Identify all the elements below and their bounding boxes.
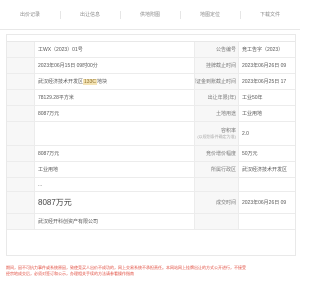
table-row: 8087万元 成交时间 2023年06月26日 09 [7,192,295,214]
listing-start-value: 2023年06月15日 09时00分 [35,58,195,73]
table-row: 工业用地 所属行政区 武汉经济技术开发区 [7,162,295,178]
disclaimer-notice: 期间，因不可抗力事件或系统原因，致使竞买人出价不成功的，网上交易系统不承担责任。… [6,265,296,277]
listing-deadline-label: 挂牌截止时间 [195,58,239,73]
plot-ratio-note: (以规划条件确定为准) [197,134,236,139]
table-row: 78129.28平方米 出让年限(年) 工业50年 [7,90,295,106]
table-row: 武汉经开科创资产有限公司 [7,214,295,230]
tab-transfer-info[interactable]: 出让信息 [60,0,120,30]
announcement-number-label: 公告编号 [195,42,239,57]
operation-guide-link[interactable]: 操作指南 [118,271,134,276]
land-use-value: 工业用地 [242,111,263,117]
tab-land-maps[interactable]: 供地附图 [120,0,180,30]
land-use-label: 土地用途 [195,106,239,121]
listing-deadline-value: 2023年06月26日 09 [242,63,287,69]
transfer-info-table: 工WX（2023）01号 公告编号 竞工告字（2023） 2023年06月15日… [7,41,295,230]
highlighted-text: 133C [83,78,97,85]
table-row: ... [7,178,295,192]
reserve-price-value: 8087万元 [35,146,195,161]
table-row: 8087万元 土地用途 工业用地 [7,106,295,122]
land-area-value: 78129.28平方米 [35,90,195,105]
starting-price-value: 8087万元 [35,106,195,121]
detail-tabs: 出价记录 出让信息 供地附图 地图定位 下载文件 [0,0,300,30]
deposit-deadline-label: 保证金到账截止时间 [195,74,239,89]
deposit-deadline-value: 2023年06月25日 17 [242,79,287,85]
transaction-price-value: 8087万元 [35,192,195,213]
district-label: 所属行政区 [195,162,239,177]
table-row: 8087万元 竞价增价幅度 50万元 [7,146,295,162]
parcel-number-value: 工WX（2023）01号 [35,42,195,57]
transfer-term-label: 出让年限(年) [195,90,239,105]
announcement-number-value: 竞工告字（2023） [242,47,284,53]
plot-ratio-value: 2.0 [242,130,249,137]
winning-bidder-value: 武汉经开科创资产有限公司 [35,214,195,229]
transfer-term-value: 工业50年 [242,95,263,101]
table-row: 工WX（2023）01号 公告编号 竞工告字（2023） [7,42,295,58]
bid-increment-value: 50万元 [242,151,258,157]
parcel-location-value: 武汉经济技术开发区 133C 地块 [35,74,195,89]
transfer-info-card: 工WX（2023）01号 公告编号 竞工告字（2023） 2023年06月15日… [6,34,296,256]
ellipsis-value: ... [35,178,195,191]
transaction-time-value: 2023年06月26日 09 [242,200,287,206]
notice-line-2: 经宗地成交后，必须对签订和公示，办理相关手续的方法请参看操作指南 [6,271,134,276]
table-row: 武汉经济技术开发区 133C 地块 保证金到账截止时间 2023年06月25日 17 [7,74,295,90]
district-value: 武汉经济技术开发区 [242,167,288,173]
transaction-time-label: 成交时间 [195,192,239,213]
bid-increment-label: 竞价增价幅度 [195,146,239,161]
table-row: 容积率 (以规划条件确定为准) 2.0 [7,122,295,146]
plot-ratio-label: 容积率 (以规划条件确定为准) [195,122,239,145]
planned-use-value: 工业用地 [35,162,195,177]
tab-download-files[interactable]: 下载文件 [240,0,300,30]
tab-bid-records[interactable]: 出价记录 [0,0,60,30]
tab-map-location[interactable]: 地图定位 [180,0,240,30]
table-row: 2023年06月15日 09时00分 挂牌截止时间 2023年06月26日 09 [7,58,295,74]
